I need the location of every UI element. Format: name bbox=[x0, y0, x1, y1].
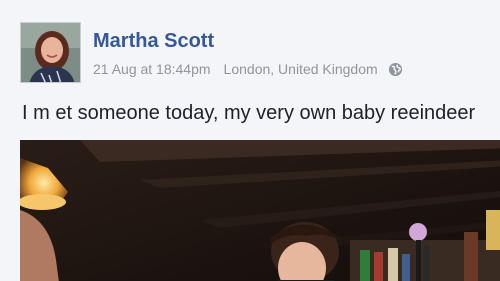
post-date[interactable]: 21 Aug at 18:44pm bbox=[93, 61, 211, 77]
post-text: I m et someone today, my very own baby r… bbox=[22, 102, 476, 124]
bar-scene-image bbox=[20, 140, 500, 281]
globe-icon[interactable] bbox=[388, 62, 403, 77]
post-meta: 21 Aug at 18:44pm London, United Kingdom bbox=[93, 61, 403, 77]
author-name-link[interactable]: Martha Scott bbox=[93, 30, 214, 53]
post-photo[interactable] bbox=[20, 140, 500, 281]
post-location[interactable]: London, United Kingdom bbox=[224, 61, 378, 77]
post-card: Martha Scott 21 Aug at 18:44pm London, U… bbox=[0, 0, 500, 281]
author-avatar[interactable] bbox=[20, 22, 81, 83]
avatar-photo bbox=[21, 23, 80, 82]
